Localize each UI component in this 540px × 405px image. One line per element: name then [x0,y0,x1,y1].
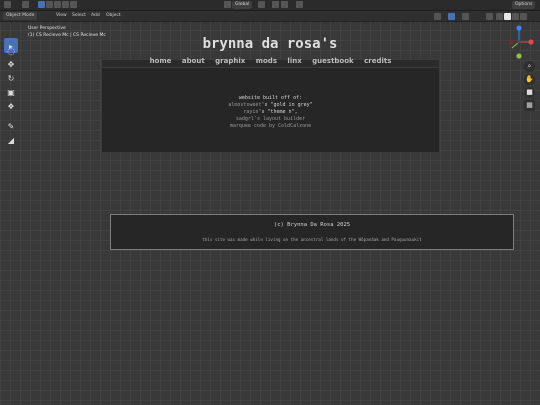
menu-add[interactable]: Add [91,12,100,20]
select-box-mode-icon[interactable] [38,1,45,8]
credits-heading: website built off of: [238,95,303,101]
editor-type-icon[interactable] [4,1,11,8]
select-invert-icon[interactable] [62,1,69,8]
orientation-dropdown[interactable]: Global [232,1,253,9]
neg-x-axis-icon[interactable] [508,39,514,45]
nav-link-about[interactable]: about [182,57,205,65]
annotate-tool-icon[interactable]: ✎ [4,120,18,133]
nav-links: home about graphix mods linx guestbook c… [101,57,440,65]
rendered-shading-icon[interactable] [520,13,527,20]
menu-view[interactable]: View [56,12,67,20]
nav-link-linx[interactable]: linx [287,57,301,65]
transform-orientation-icon [224,1,231,8]
nav-link-guestbook[interactable]: guestbook [312,57,354,65]
credit-link-coldcalzone[interactable]: ColdCalzone [278,123,311,129]
mode-dropdown[interactable]: Object Mode [3,12,38,20]
credits-line-4: marquee code by ColdCalzone [101,123,440,129]
select-extend-icon[interactable] [46,1,53,8]
proportional-edit-icon[interactable] [296,1,303,8]
credit-text-2: 's "theme n", [258,109,298,115]
object-info-label: (1) CS Recieve Mc | CS Recieve Mc [28,33,106,38]
footer-box [110,214,514,250]
credits-line-2: rayin's "theme n", [101,109,440,115]
nav-link-graphix[interactable]: graphix [215,57,245,65]
move-tool-icon[interactable]: ✥ [4,58,18,71]
overlays-icon[interactable] [462,13,469,20]
credit-text-1: 's "gold in grey" [261,102,313,108]
options-dropdown[interactable]: Options [512,1,536,9]
grid-icon[interactable]: ▦ [524,100,535,111]
navigation-gizmo[interactable] [507,22,535,60]
credit-link-rayin[interactable]: rayin [243,109,258,115]
site-title: brynna da rosa's [202,36,338,52]
scale-tool-icon[interactable]: ▣ [4,86,18,99]
viewport-header: Object Mode View Select Add Object [0,11,540,22]
wireframe-shading-icon[interactable] [496,13,503,20]
play-icon[interactable] [22,1,29,8]
select-intersect-icon[interactable] [70,1,77,8]
footer-land-acknowledgement: this site was made while living on the a… [202,237,422,242]
credits-line-3[interactable]: sadgrl's layout builder [101,116,440,122]
pivot-icon[interactable] [258,1,265,8]
xray-icon[interactable] [486,13,493,20]
measure-tool-icon[interactable]: ◢ [4,134,18,147]
perspective-label: User Perspective [28,26,66,31]
material-shading-icon[interactable] [512,13,519,20]
transform-tool-icon[interactable]: ❖ [4,100,18,113]
menu-select[interactable]: Select [72,12,86,20]
credit-link-almostsweet[interactable]: almostsweet [228,102,261,108]
pan-hand-icon[interactable]: ✋ [524,74,535,85]
solid-shading-icon[interactable] [504,13,511,20]
rotate-tool-icon[interactable]: ↻ [4,72,18,85]
snap-target-icon[interactable] [281,1,288,8]
snap-icon[interactable] [272,1,279,8]
object-type-visibility-icon[interactable] [434,13,441,20]
z-axis-icon[interactable] [516,25,522,31]
menu-object[interactable]: Object [106,12,121,20]
y-axis-icon[interactable] [516,53,522,59]
credit-text-4: marquee code by [229,123,275,129]
nav-link-credits[interactable]: credits [364,57,391,65]
select-subtract-icon[interactable] [54,1,61,8]
camera-icon[interactable]: ■ [524,87,535,98]
credits-line-1: almostsweet's "gold in grey" [101,102,440,108]
nav-link-mods[interactable]: mods [256,57,277,65]
cursor-circle-dotted-icon[interactable]: ◌ [4,46,18,59]
zoom-icon[interactable]: ⌕ [524,61,535,72]
gizmo-center-icon [517,40,521,44]
footer-copyright: (c) Brynna Da Rosa 2025 [273,222,351,228]
nav-link-home[interactable]: home [150,57,172,65]
viewport-gizmos-icon[interactable] [448,13,455,20]
top-toolbar: Global Options [0,0,540,11]
x-axis-icon[interactable] [528,39,534,45]
